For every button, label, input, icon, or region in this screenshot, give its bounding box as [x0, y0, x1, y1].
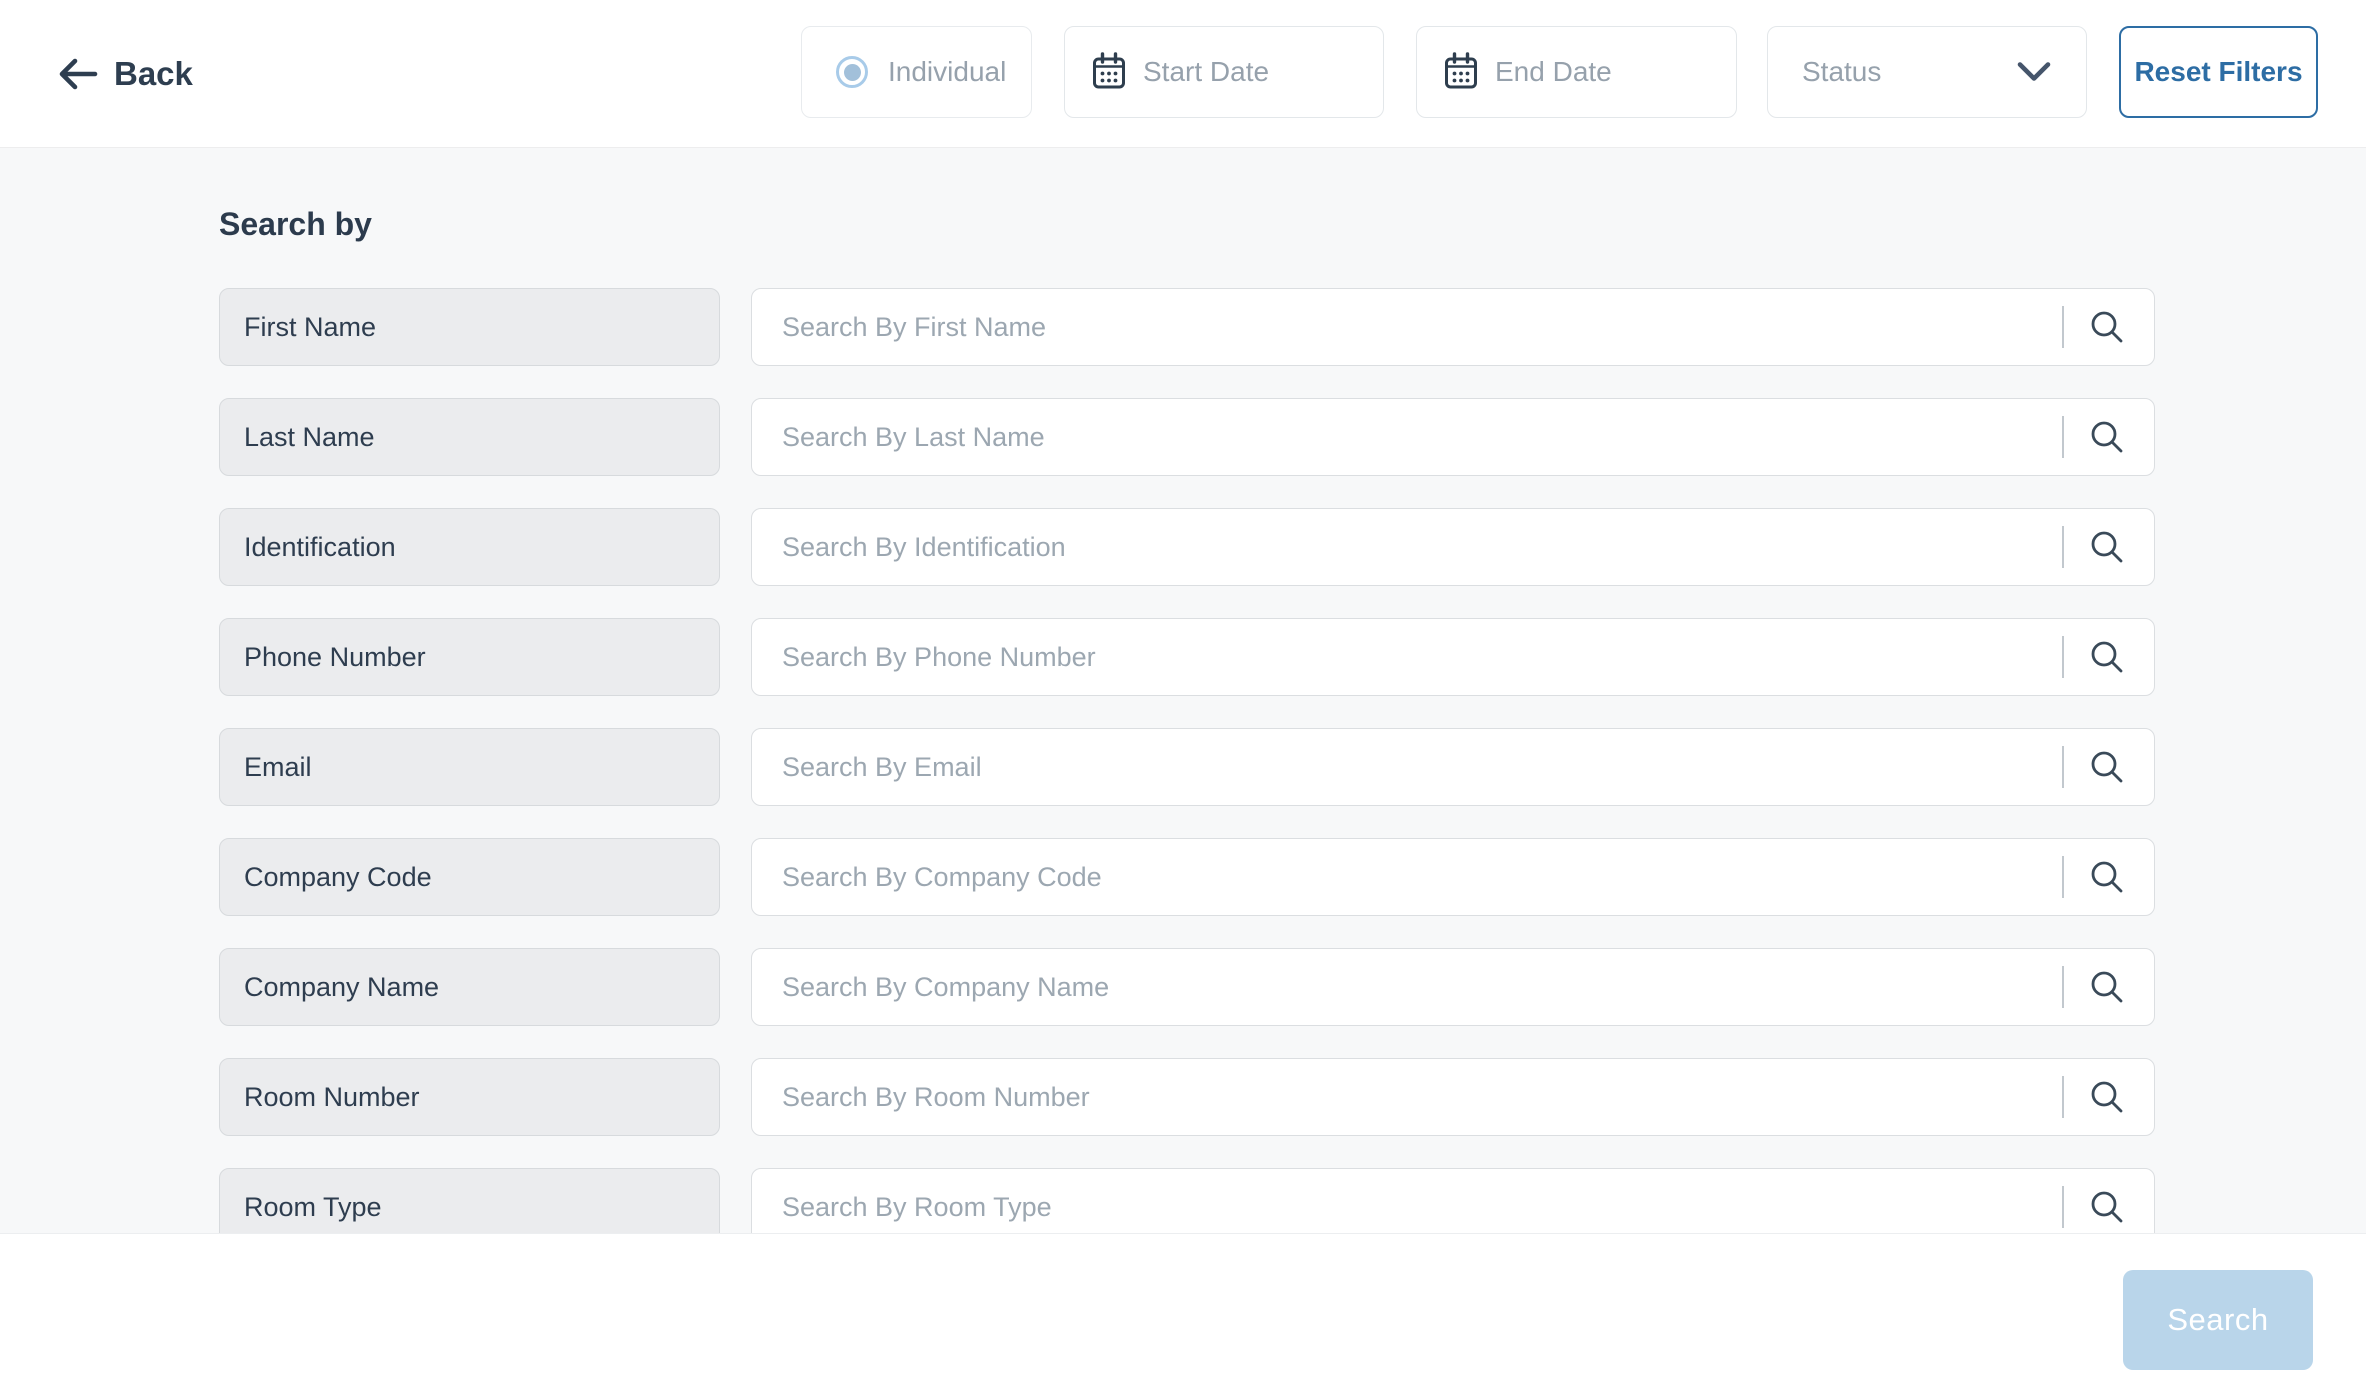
- back-button[interactable]: Back: [57, 0, 193, 148]
- input-divider: [2062, 636, 2064, 678]
- radio-selected-icon: [836, 56, 868, 88]
- room-number-search-input[interactable]: [752, 1059, 2062, 1135]
- search-row-first-name: First Name: [219, 288, 2155, 366]
- individual-label: Individual: [888, 56, 1006, 88]
- search-icon[interactable]: [2088, 418, 2126, 456]
- room-number-field: [751, 1058, 2155, 1136]
- search-row-email: Email: [219, 728, 2155, 806]
- calendar-icon: [1443, 52, 1479, 92]
- header-bar: Back Individual Start Date: [0, 0, 2366, 148]
- search-row-phone-number: Phone Number: [219, 618, 2155, 696]
- search-icon[interactable]: [2088, 968, 2126, 1006]
- email-search-input[interactable]: [752, 729, 2062, 805]
- footer-bar: Search: [0, 1233, 2366, 1388]
- search-row-room-number: Room Number: [219, 1058, 2155, 1136]
- search-icon[interactable]: [2088, 308, 2126, 346]
- company-name-label: Company Name: [219, 948, 720, 1026]
- company-name-search-input[interactable]: [752, 949, 2062, 1025]
- back-label: Back: [114, 55, 193, 93]
- end-date-picker[interactable]: End Date: [1416, 26, 1737, 118]
- input-divider: [2062, 306, 2064, 348]
- input-divider: [2062, 526, 2064, 568]
- phone-number-search-input[interactable]: [752, 619, 2062, 695]
- search-icon[interactable]: [2088, 748, 2126, 786]
- identification-field: [751, 508, 2155, 586]
- back-arrow-icon: [57, 57, 99, 91]
- input-divider: [2062, 1186, 2064, 1228]
- input-divider: [2062, 416, 2064, 458]
- room-number-label: Room Number: [219, 1058, 720, 1136]
- status-dropdown[interactable]: Status: [1767, 26, 2087, 118]
- phone-number-label: Phone Number: [219, 618, 720, 696]
- search-icon[interactable]: [2088, 528, 2126, 566]
- search-icon[interactable]: [2088, 858, 2126, 896]
- company-code-field: [751, 838, 2155, 916]
- calendar-icon: [1091, 52, 1127, 92]
- page-title: Search by: [219, 206, 372, 243]
- start-date-picker[interactable]: Start Date: [1064, 26, 1384, 118]
- first-name-search-input[interactable]: [752, 289, 2062, 365]
- search-button[interactable]: Search: [2123, 1270, 2313, 1370]
- input-divider: [2062, 856, 2064, 898]
- search-row-identification: Identification: [219, 508, 2155, 586]
- search-icon[interactable]: [2088, 1188, 2126, 1226]
- search-row-last-name: Last Name: [219, 398, 2155, 476]
- search-form-area: Search by First Name Last Name: [0, 148, 2366, 1388]
- individual-radio-option[interactable]: Individual: [801, 26, 1032, 118]
- last-name-label: Last Name: [219, 398, 720, 476]
- end-date-placeholder: End Date: [1495, 56, 1612, 88]
- last-name-search-input[interactable]: [752, 399, 2062, 475]
- company-code-search-input[interactable]: [752, 839, 2062, 915]
- phone-number-field: [751, 618, 2155, 696]
- input-divider: [2062, 1076, 2064, 1118]
- reset-filters-button[interactable]: Reset Filters: [2119, 26, 2318, 118]
- input-divider: [2062, 746, 2064, 788]
- search-row-company-name: Company Name: [219, 948, 2155, 1026]
- last-name-field: [751, 398, 2155, 476]
- chevron-down-icon: [2016, 61, 2052, 83]
- company-code-label: Company Code: [219, 838, 720, 916]
- identification-label: Identification: [219, 508, 720, 586]
- input-divider: [2062, 966, 2064, 1008]
- search-row-company-code: Company Code: [219, 838, 2155, 916]
- email-field: [751, 728, 2155, 806]
- first-name-label: First Name: [219, 288, 720, 366]
- status-placeholder: Status: [1802, 56, 1881, 88]
- identification-search-input[interactable]: [752, 509, 2062, 585]
- search-rows: First Name Last Name Identification: [219, 288, 2155, 1246]
- email-label: Email: [219, 728, 720, 806]
- start-date-placeholder: Start Date: [1143, 56, 1269, 88]
- first-name-field: [751, 288, 2155, 366]
- company-name-field: [751, 948, 2155, 1026]
- search-icon[interactable]: [2088, 638, 2126, 676]
- search-icon[interactable]: [2088, 1078, 2126, 1116]
